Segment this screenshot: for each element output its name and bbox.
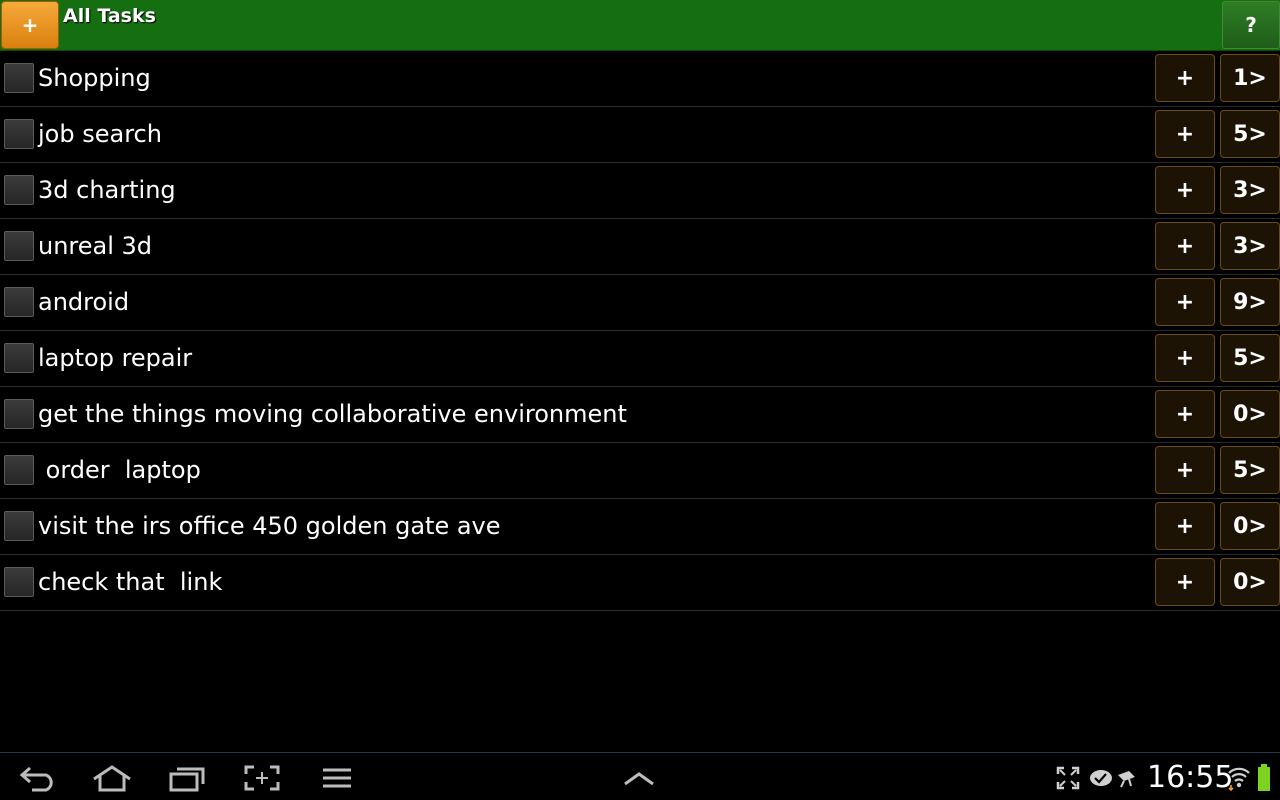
task-label[interactable]: Shopping [38, 63, 151, 93]
back-icon[interactable] [18, 763, 58, 793]
task-row: job search + 5> [0, 107, 1280, 163]
task-label[interactable]: laptop repair [38, 343, 192, 373]
status-clock: 16:55 [1147, 760, 1234, 795]
task-checkbox[interactable] [4, 343, 34, 373]
task-label[interactable]: get the things moving collaborative envi… [38, 399, 627, 429]
add-subtask-button[interactable]: + [1155, 502, 1215, 550]
usb-icon [1114, 763, 1140, 793]
task-checkbox[interactable] [4, 63, 34, 93]
add-subtask-button[interactable]: + [1155, 166, 1215, 214]
screenshot-icon[interactable] [242, 763, 282, 793]
task-checkbox[interactable] [4, 119, 34, 149]
task-label[interactable]: 3d charting [38, 175, 176, 205]
task-row: visit the irs office 450 golden gate ave… [0, 499, 1280, 555]
add-subtask-button[interactable]: + [1155, 446, 1215, 494]
task-checkbox[interactable] [4, 287, 34, 317]
page-title: All Tasks [63, 5, 156, 27]
task-row: android + 9> [0, 275, 1280, 331]
menu-icon[interactable] [317, 763, 357, 793]
open-subtasks-button[interactable]: 3> [1220, 166, 1280, 214]
open-subtasks-button[interactable]: 3> [1220, 222, 1280, 270]
task-row: get the things moving collaborative envi… [0, 387, 1280, 443]
task-row: unreal 3d + 3> [0, 219, 1280, 275]
app-window: + All Tasks ? Shopping + 1> job search +… [0, 0, 1280, 800]
task-checkbox[interactable] [4, 231, 34, 261]
home-icon[interactable] [92, 763, 132, 793]
add-subtask-button[interactable]: + [1155, 222, 1215, 270]
open-subtasks-button[interactable]: 5> [1220, 446, 1280, 494]
task-checkbox[interactable] [4, 567, 34, 597]
open-subtasks-button[interactable]: 0> [1220, 558, 1280, 606]
task-row: Shopping + 1> [0, 51, 1280, 107]
task-list: Shopping + 1> job search + 5> 3d chartin… [0, 51, 1280, 611]
help-button[interactable]: ? [1222, 1, 1280, 49]
task-checkbox[interactable] [4, 511, 34, 541]
task-row: 3d charting + 3> [0, 163, 1280, 219]
add-subtask-button[interactable]: + [1155, 334, 1215, 382]
sync-icon [1088, 763, 1114, 793]
header-bar: + All Tasks ? [0, 0, 1280, 51]
open-subtasks-button[interactable]: 9> [1220, 278, 1280, 326]
add-subtask-button[interactable]: + [1155, 390, 1215, 438]
wifi-icon [1226, 763, 1252, 793]
open-subtasks-button[interactable]: 0> [1220, 502, 1280, 550]
task-row: laptop repair + 5> [0, 331, 1280, 387]
task-label[interactable]: order laptop [38, 455, 201, 485]
open-subtasks-button[interactable]: 1> [1220, 54, 1280, 102]
task-row: check that link + 0> [0, 555, 1280, 611]
battery-icon [1254, 763, 1274, 793]
task-label[interactable]: job search [38, 119, 162, 149]
task-label[interactable]: check that link [38, 567, 222, 597]
task-label[interactable]: android [38, 287, 129, 317]
chevron-up-icon[interactable] [619, 763, 659, 793]
add-subtask-button[interactable]: + [1155, 558, 1215, 606]
open-subtasks-button[interactable]: 0> [1220, 390, 1280, 438]
task-checkbox[interactable] [4, 175, 34, 205]
task-checkbox[interactable] [4, 455, 34, 485]
task-label[interactable]: visit the irs office 450 golden gate ave [38, 511, 501, 541]
open-subtasks-button[interactable]: 5> [1220, 110, 1280, 158]
add-subtask-button[interactable]: + [1155, 54, 1215, 102]
add-subtask-button[interactable]: + [1155, 110, 1215, 158]
task-checkbox[interactable] [4, 399, 34, 429]
open-subtasks-button[interactable]: 5> [1220, 334, 1280, 382]
task-label[interactable]: unreal 3d [38, 231, 152, 261]
fullscreen-icon[interactable] [1050, 763, 1086, 793]
recent-apps-icon[interactable] [167, 763, 207, 793]
add-task-button[interactable]: + [1, 1, 59, 49]
system-navigation-bar: 16:55 [0, 752, 1280, 800]
add-subtask-button[interactable]: + [1155, 278, 1215, 326]
task-row: order laptop + 5> [0, 443, 1280, 499]
